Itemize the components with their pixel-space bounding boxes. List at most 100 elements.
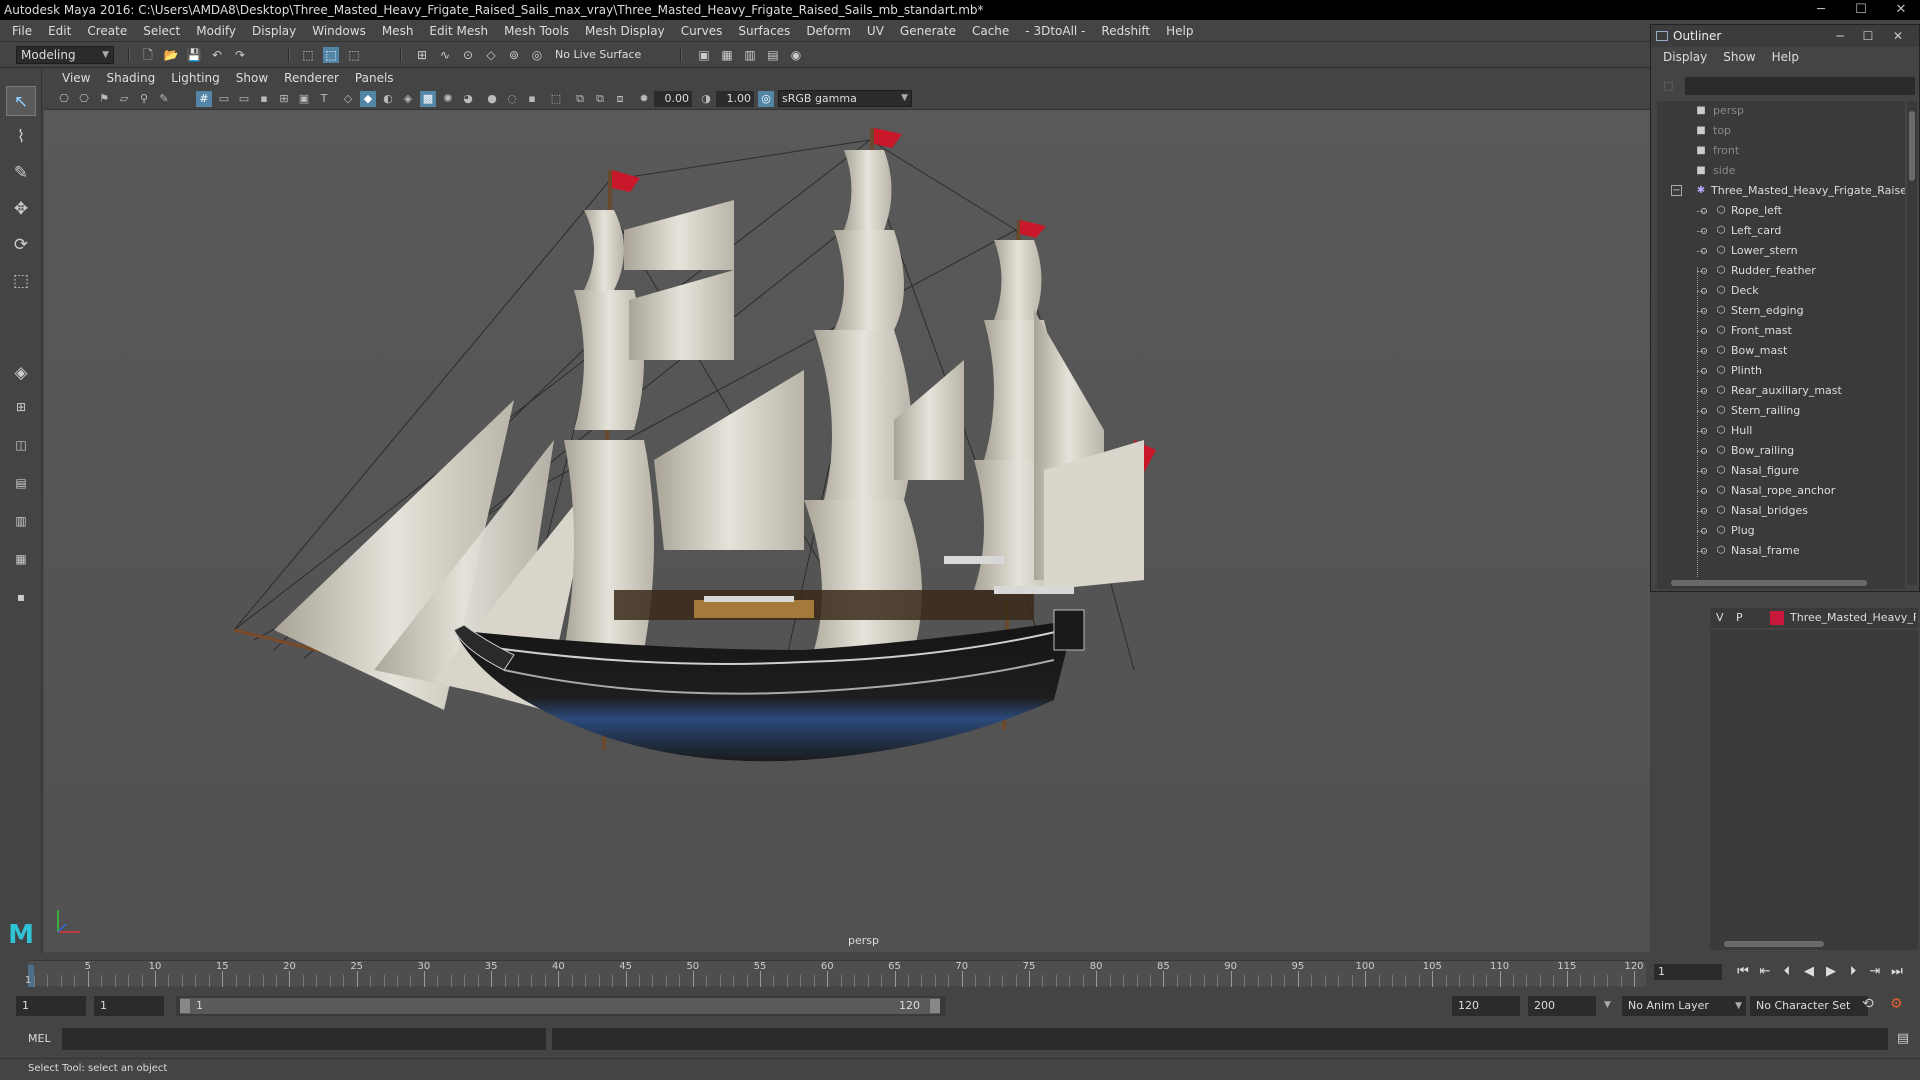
snap-curve-icon[interactable]: ∿ bbox=[437, 47, 453, 63]
undo-icon[interactable]: ↶ bbox=[209, 47, 225, 63]
range-slider[interactable]: 1 120 bbox=[176, 996, 946, 1016]
expand-dot-icon[interactable] bbox=[1701, 328, 1707, 334]
expand-dot-icon[interactable] bbox=[1701, 528, 1707, 534]
outliner-camera-row[interactable]: ■ top bbox=[1657, 121, 1905, 141]
isolate-select-icon[interactable]: ⬚ bbox=[548, 91, 564, 107]
lasso-tool-icon[interactable]: ⌇ bbox=[6, 122, 36, 152]
menu-redshift[interactable]: Redshift bbox=[1093, 24, 1158, 38]
layout-two-panes-icon[interactable]: ◫ bbox=[6, 434, 36, 456]
viewport-menu-view[interactable]: View bbox=[54, 71, 98, 85]
redo-icon[interactable]: ↷ bbox=[232, 47, 248, 63]
outliner-minimize-button[interactable]: ─ bbox=[1829, 25, 1851, 47]
menu-create[interactable]: Create bbox=[79, 24, 135, 38]
wireframe-on-shaded-icon[interactable]: ◈ bbox=[400, 91, 416, 107]
outliner-item-row[interactable]: ⬡ Lower_stern bbox=[1657, 241, 1905, 261]
menu-modify[interactable]: Modify bbox=[188, 24, 244, 38]
play-forwards-icon[interactable]: ▶ bbox=[1822, 963, 1840, 981]
expand-dot-icon[interactable] bbox=[1701, 288, 1707, 294]
outliner-item-row[interactable]: ⬡ Stern_edging bbox=[1657, 301, 1905, 321]
gate-mask-icon[interactable]: ▪ bbox=[256, 91, 272, 107]
exposure-icon[interactable]: ✹ bbox=[636, 91, 652, 107]
outliner-item-row[interactable]: ⬡ Left_card bbox=[1657, 221, 1905, 241]
viewport-menu-show[interactable]: Show bbox=[228, 71, 276, 85]
outliner-item-row[interactable]: ⬡ Rudder_feather bbox=[1657, 261, 1905, 281]
time-slider-track[interactable]: 1 5 10 15 20 25 30 35 40 45 50 55 60 65 70 75 80 85 90 95 1… bbox=[25, 960, 1646, 987]
outliner-item-row[interactable]: ⬡ Nasal_frame bbox=[1657, 541, 1905, 561]
save-scene-icon[interactable]: 💾 bbox=[186, 47, 202, 63]
menu-cache[interactable]: Cache bbox=[964, 24, 1017, 38]
animation-preferences-icon[interactable]: ⚙ bbox=[1890, 996, 1903, 1012]
playback-start-field[interactable]: 1 bbox=[94, 996, 164, 1016]
snap-grid-icon[interactable]: ⊞ bbox=[414, 47, 430, 63]
2d-pan-zoom-icon[interactable]: ⚲ bbox=[136, 91, 152, 107]
expand-dot-icon[interactable] bbox=[1701, 228, 1707, 234]
xray-icon[interactable]: ⧉ bbox=[572, 91, 588, 107]
animation-start-field[interactable]: 1 bbox=[16, 996, 86, 1016]
scroll-thumb[interactable] bbox=[1724, 941, 1824, 947]
filter-icon[interactable]: ⬚ bbox=[1663, 79, 1677, 93]
viewport-menu-panels[interactable]: Panels bbox=[347, 71, 402, 85]
scroll-thumb[interactable] bbox=[1909, 111, 1915, 181]
resolution-gate-icon[interactable]: ▭ bbox=[236, 91, 252, 107]
layout-four-panes-icon[interactable]: ⊞ bbox=[6, 396, 36, 418]
menu-select[interactable]: Select bbox=[135, 24, 188, 38]
expand-dot-icon[interactable] bbox=[1701, 208, 1707, 214]
script-language-label[interactable]: MEL bbox=[28, 1032, 51, 1045]
menu-3dtoall[interactable]: - 3DtoAll - bbox=[1017, 24, 1093, 38]
outliner-menu-help[interactable]: Help bbox=[1766, 50, 1809, 64]
safe-title-icon[interactable]: T bbox=[316, 91, 332, 107]
outliner-item-row[interactable]: ⬡ Bow_mast bbox=[1657, 341, 1905, 361]
step-back-key-icon[interactable]: ⇤ bbox=[1756, 963, 1774, 981]
select-by-component-icon[interactable]: ⬚ bbox=[346, 47, 362, 63]
viewport-menu-renderer[interactable]: Renderer bbox=[276, 71, 347, 85]
select-by-hierarchy-icon[interactable]: ⬚ bbox=[300, 47, 316, 63]
outliner-camera-row[interactable]: ■ persp bbox=[1657, 101, 1905, 121]
expand-dot-icon[interactable] bbox=[1701, 268, 1707, 274]
move-tool-icon[interactable]: ✥ bbox=[6, 194, 36, 224]
outliner-item-row[interactable]: ⬡ Plinth bbox=[1657, 361, 1905, 381]
wireframe-icon[interactable]: ◇ bbox=[340, 91, 356, 107]
layer-color-swatch[interactable] bbox=[1770, 611, 1784, 625]
outliner-search-input[interactable] bbox=[1685, 77, 1915, 95]
layout-hypershade-icon[interactable]: ▦ bbox=[6, 548, 36, 570]
snap-point-icon[interactable]: ⊙ bbox=[460, 47, 476, 63]
ipr-render-icon[interactable]: ▥ bbox=[742, 47, 758, 63]
xray-joints-icon[interactable]: ⧉ bbox=[592, 91, 608, 107]
outliner-root-row[interactable]: − ✱ Three_Masted_Heavy_Frigate_Raised bbox=[1657, 181, 1905, 201]
step-forward-frame-icon[interactable]: ⏵ bbox=[1844, 963, 1862, 981]
outliner-item-row[interactable]: ⬡ Nasal_bridges bbox=[1657, 501, 1905, 521]
go-to-start-icon[interactable]: ⏮ bbox=[1734, 963, 1752, 981]
command-input[interactable] bbox=[62, 1028, 546, 1050]
playback-end-field[interactable]: 120 bbox=[1452, 996, 1520, 1016]
menu-generate[interactable]: Generate bbox=[892, 24, 964, 38]
expand-dot-icon[interactable] bbox=[1701, 468, 1707, 474]
hypershade-icon[interactable]: ◉ bbox=[788, 47, 804, 63]
outliner-menu-show[interactable]: Show bbox=[1717, 50, 1765, 64]
character-set-dropdown[interactable]: No Character Set bbox=[1750, 996, 1868, 1016]
camera-select-icon[interactable]: ⎔ bbox=[56, 91, 72, 107]
menu-surfaces[interactable]: Surfaces bbox=[730, 24, 798, 38]
layout-graph-icon[interactable]: ▥ bbox=[6, 510, 36, 532]
step-back-frame-icon[interactable]: ⏴ bbox=[1778, 963, 1796, 981]
expand-dot-icon[interactable] bbox=[1701, 408, 1707, 414]
smooth-shade-icon[interactable]: ◆ bbox=[360, 91, 376, 107]
expand-dot-icon[interactable] bbox=[1701, 388, 1707, 394]
shadows-icon[interactable]: ◕ bbox=[460, 91, 476, 107]
color-management-icon[interactable]: ◎ bbox=[758, 91, 774, 107]
script-editor-icon[interactable]: ▤ bbox=[1894, 1030, 1912, 1048]
current-frame-field[interactable]: 1 bbox=[1654, 964, 1722, 980]
outliner-item-row[interactable]: ⬡ Deck bbox=[1657, 281, 1905, 301]
paint-select-tool-icon[interactable]: ✎ bbox=[6, 158, 36, 188]
expand-dot-icon[interactable] bbox=[1701, 488, 1707, 494]
expand-dot-icon[interactable] bbox=[1701, 428, 1707, 434]
view-transform-dropdown[interactable]: sRGB gamma ▼ bbox=[778, 90, 912, 107]
animation-end-field[interactable]: 200 bbox=[1528, 996, 1596, 1016]
camera-attributes-icon[interactable]: ⎔ bbox=[76, 91, 92, 107]
grease-pencil-icon[interactable]: ✎ bbox=[156, 91, 172, 107]
outliner-camera-row[interactable]: ■ front bbox=[1657, 141, 1905, 161]
outliner-vertical-scrollbar[interactable] bbox=[1907, 101, 1917, 585]
scroll-thumb[interactable] bbox=[1671, 580, 1867, 586]
layout-more-icon[interactable]: ▪ bbox=[6, 586, 36, 608]
viewport-menu-shading[interactable]: Shading bbox=[98, 71, 163, 85]
safe-action-icon[interactable]: ▣ bbox=[296, 91, 312, 107]
